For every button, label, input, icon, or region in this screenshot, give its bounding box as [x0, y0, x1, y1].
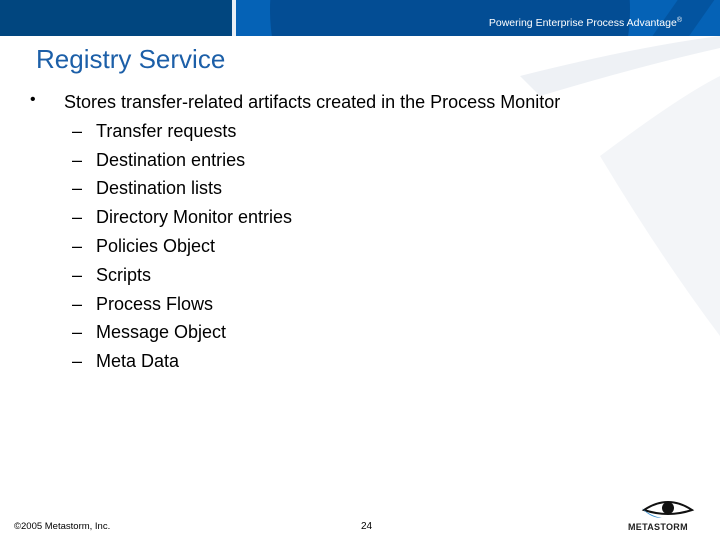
sub-item-text: Destination lists — [96, 178, 223, 198]
dash-marker: – — [72, 236, 83, 256]
sub-item-text: Transfer requests — [96, 121, 237, 141]
page-number: 24 — [361, 521, 373, 532]
swoosh-band-1 — [520, 36, 720, 96]
dash-marker: – — [72, 178, 83, 198]
footer-copyright: ©2005 Metastorm, Inc. — [14, 521, 111, 532]
sub-item-text: Policies Object — [96, 236, 216, 256]
eye-pupil — [662, 502, 674, 514]
dash-marker: – — [72, 121, 83, 141]
sub-item-text: Message Object — [96, 322, 227, 342]
tagline-text: Powering Enterprise Process Advantage — [488, 17, 677, 29]
sub-item-text: Directory Monitor entries — [96, 207, 293, 227]
header-band: Powering Enterprise Process Advantage® — [0, 0, 720, 36]
swoosh-band-2 — [600, 76, 720, 336]
dash-marker: – — [72, 294, 83, 314]
dash-marker: – — [72, 351, 83, 371]
dash-marker: – — [72, 265, 83, 285]
bullet-text: Stores transfer-related artifacts create… — [64, 92, 561, 112]
logo-text: METASTORM — [628, 522, 688, 532]
slide-title: Registry Service — [36, 44, 226, 74]
bullet-marker: • — [30, 91, 36, 108]
sub-item-text: Meta Data — [96, 351, 180, 371]
sub-item-text: Process Flows — [96, 294, 214, 314]
metastorm-logo: METASTORM — [628, 498, 712, 534]
tagline: Powering Enterprise Process Advantage® — [489, 17, 682, 29]
header-divider — [232, 0, 236, 36]
dash-marker: – — [72, 322, 83, 342]
dash-marker: – — [72, 207, 83, 227]
sub-item-text: Destination entries — [96, 150, 246, 170]
dash-marker: – — [72, 150, 83, 170]
eye-icon — [641, 501, 695, 518]
sub-item-text: Scripts — [96, 265, 152, 285]
header-band-dark — [0, 0, 232, 36]
registered-mark: ® — [676, 17, 682, 24]
